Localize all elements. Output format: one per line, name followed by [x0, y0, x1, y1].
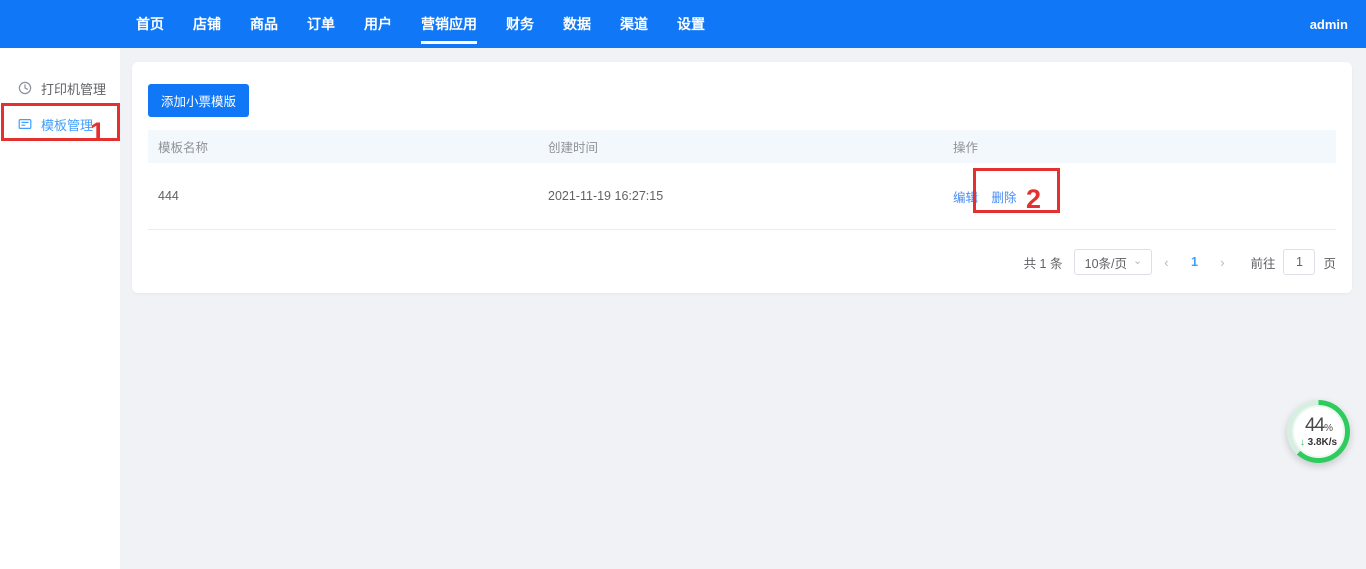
nav-item-shop[interactable]: 店铺	[193, 0, 221, 48]
nav-item-finance[interactable]: 财务	[506, 0, 534, 48]
nav-item-home[interactable]: 首页	[136, 0, 164, 48]
chevron-right-icon: ›	[1220, 255, 1224, 270]
nav-item-marketing-apps[interactable]: 营销应用	[421, 0, 477, 48]
page-unit-label: 页	[1323, 253, 1336, 272]
col-header-template-name: 模板名称	[148, 137, 548, 156]
cell-template-name: 444	[148, 189, 548, 203]
annotation-number-1: 1	[90, 117, 105, 148]
annotation-box-2	[973, 168, 1060, 213]
download-speed: ↓ 3.8K/s	[1300, 437, 1337, 448]
cell-created-time: 2021-11-19 16:27:15	[548, 189, 953, 203]
goto-page-input[interactable]	[1283, 249, 1315, 275]
network-widget-inner: 44% ↓ 3.8K/s	[1292, 405, 1345, 458]
nav-item-data[interactable]: 数据	[563, 0, 591, 48]
speed-value: 3.8K/s	[1308, 437, 1337, 448]
network-speed-widget[interactable]: 44% ↓ 3.8K/s	[1287, 400, 1350, 463]
add-receipt-template-button[interactable]: 添加小票模版	[148, 84, 249, 117]
nav-item-settings[interactable]: 设置	[677, 0, 705, 48]
percent-sign: %	[1324, 423, 1332, 434]
nav-item-goods[interactable]: 商品	[250, 0, 278, 48]
col-header-created-time: 创建时间	[548, 137, 953, 156]
goto-label: 前往	[1250, 253, 1275, 272]
chevron-down-icon: ⌄	[1133, 256, 1142, 267]
annotation-number-2: 2	[1026, 184, 1041, 215]
current-user[interactable]: admin	[1310, 0, 1348, 48]
download-arrow-icon: ↓	[1300, 437, 1305, 448]
percent-number: 44	[1305, 415, 1324, 436]
pagination-total: 共 1 条	[1024, 253, 1063, 272]
table-header-row: 模板名称 创建时间 操作	[148, 130, 1336, 163]
next-page-button[interactable]: ›	[1208, 255, 1236, 270]
sidebar-item-label: 打印机管理	[41, 79, 106, 98]
nav-item-orders[interactable]: 订单	[307, 0, 335, 48]
pagination: 共 1 条 10条/页 ⌄ ‹ 1 › 前往 页	[1024, 248, 1336, 276]
nav-item-users[interactable]: 用户	[364, 0, 392, 48]
percent-value: 44%	[1305, 416, 1332, 435]
page-size-value: 10条/页	[1085, 253, 1127, 272]
top-navbar: 首页 店铺 商品 订单 用户 营销应用 财务 数据 渠道 设置 admin	[0, 0, 1366, 48]
main-menu: 首页 店铺 商品 订单 用户 营销应用 财务 数据 渠道 设置	[136, 0, 705, 48]
page-number-1[interactable]: 1	[1180, 255, 1208, 269]
content-card: 添加小票模版 模板名称 创建时间 操作 444 2021-11-19 16:27…	[132, 62, 1352, 293]
page-size-select[interactable]: 10条/页 ⌄	[1074, 249, 1152, 275]
sidebar-item-printer-management[interactable]: 打印机管理	[0, 70, 120, 106]
prev-page-button[interactable]: ‹	[1152, 255, 1180, 270]
template-table: 模板名称 创建时间 操作 444 2021-11-19 16:27:15 编辑 …	[148, 130, 1336, 230]
nav-item-channels[interactable]: 渠道	[620, 0, 648, 48]
col-header-actions: 操作	[953, 137, 1336, 156]
chevron-left-icon: ‹	[1164, 255, 1168, 270]
clock-icon	[18, 81, 32, 95]
table-row: 444 2021-11-19 16:27:15 编辑 删除	[148, 163, 1336, 230]
